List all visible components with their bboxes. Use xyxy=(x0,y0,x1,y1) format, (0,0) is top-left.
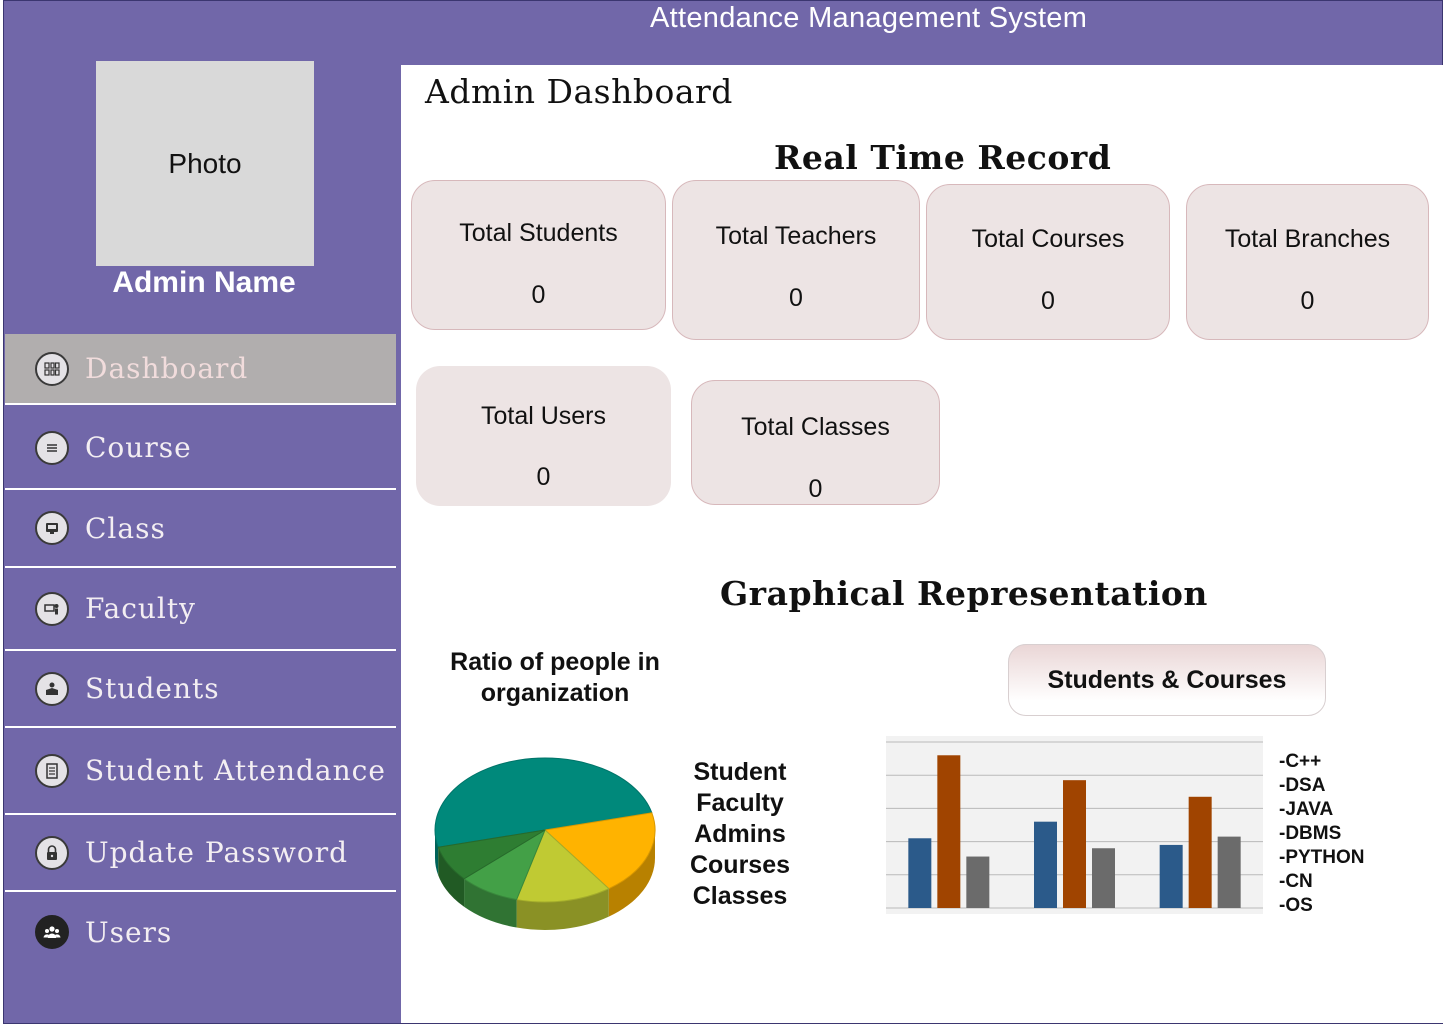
bar xyxy=(1217,836,1241,908)
sidebar-item-label: Faculty xyxy=(85,592,196,625)
stat-label: Total Branches xyxy=(1224,225,1391,253)
users-icon xyxy=(35,915,69,949)
students-courses-button[interactable]: Students & Courses xyxy=(1008,644,1326,716)
bar-legend-item: -DSA xyxy=(1279,775,1326,796)
teacher-icon xyxy=(35,591,69,626)
attendance-sheet-icon xyxy=(35,753,69,788)
bar-chart-legend: -C++ -DSA -JAVA -DBMS -PYTHON -CN -OS xyxy=(1279,750,1365,918)
stat-card-total-students: Total Students 0 xyxy=(411,180,666,330)
sidebar-item-label: Class xyxy=(85,511,166,545)
admin-name: Admin Name xyxy=(112,266,296,299)
sidebar-item-student-attendance[interactable]: Student Attendance xyxy=(5,728,396,815)
stat-label: Total Students xyxy=(459,219,618,247)
sidebar-item-class[interactable]: Class xyxy=(5,490,396,568)
stat-label: Total Courses xyxy=(971,225,1125,253)
stat-value: 0 xyxy=(1041,287,1055,315)
stat-value: 0 xyxy=(789,284,803,312)
stat-card-total-classes: Total Classes 0 xyxy=(691,380,940,505)
bar-legend-item: -PYTHON xyxy=(1279,847,1365,868)
bar-legend-item: -C++ xyxy=(1279,751,1322,772)
bar-chart xyxy=(886,736,1263,914)
bar xyxy=(1092,848,1115,908)
bar-legend-item: -OS xyxy=(1279,895,1313,916)
sidebar-item-label: Student Attendance xyxy=(85,754,386,787)
stat-value: 0 xyxy=(808,475,823,503)
photo-label: Photo xyxy=(168,147,242,179)
page-title: Admin Dashboard xyxy=(425,72,733,111)
realtime-title: Real Time Record xyxy=(774,138,1112,177)
bar-legend-item: -DBMS xyxy=(1279,823,1342,844)
pie-chart xyxy=(434,757,656,930)
bar-legend-item: -JAVA xyxy=(1279,799,1334,820)
pie-legend-item: Faculty xyxy=(696,789,784,817)
sidebar-item-course[interactable]: Course xyxy=(5,407,396,490)
sidebar-item-faculty[interactable]: Faculty xyxy=(5,568,396,651)
stat-value: 0 xyxy=(531,281,546,309)
sidebar-item-dashboard[interactable]: Dashboard xyxy=(5,334,396,405)
app-title: Attendance Management System xyxy=(650,2,1088,34)
sidebar-item-label: Dashboard xyxy=(85,352,249,385)
bar xyxy=(908,838,932,908)
list-icon xyxy=(35,430,69,465)
sidebar-item-label: Course xyxy=(85,431,192,464)
stat-value: 0 xyxy=(536,463,551,491)
bar xyxy=(1034,821,1057,908)
sidebar-item-users[interactable]: Users xyxy=(5,892,396,972)
bar xyxy=(1063,780,1086,908)
stat-label: Total Classes xyxy=(741,413,890,441)
sidebar-item-label: Users xyxy=(85,915,173,949)
lock-icon xyxy=(35,835,69,870)
pie-chart-title: Ratio of people in organization xyxy=(450,648,660,707)
stat-card-total-courses: Total Courses 0 xyxy=(926,184,1170,340)
bar xyxy=(1188,796,1212,908)
sidebar-item-students[interactable]: Students xyxy=(5,651,396,728)
classroom-icon xyxy=(35,511,69,545)
pie-legend-item: Classes xyxy=(692,882,788,910)
student-icon xyxy=(35,671,69,706)
sidebar-item-label: Students xyxy=(85,672,220,705)
stat-value: 0 xyxy=(1300,287,1315,315)
bar xyxy=(966,856,990,908)
pie-chart-legend: Student Faculty Admins Courses Classes xyxy=(670,757,810,912)
bar xyxy=(1159,844,1183,908)
bar-legend-item: -CN xyxy=(1279,871,1313,892)
sidebar-item-label: Update Password xyxy=(85,836,349,869)
pie-legend-item: Student xyxy=(693,758,787,786)
pie-legend-item: Admins xyxy=(694,820,786,848)
dashboard-icon xyxy=(35,351,69,386)
pie-legend-item: Courses xyxy=(689,851,791,879)
stat-card-total-teachers: Total Teachers 0 xyxy=(672,180,920,340)
stat-label: Total Users xyxy=(480,402,607,430)
stat-label: Total Teachers xyxy=(715,222,877,250)
profile-photo: Photo xyxy=(96,61,314,266)
graph-title: Graphical Representation xyxy=(720,574,1208,613)
stat-card-total-users: Total Users 0 xyxy=(416,366,671,506)
stat-card-total-branches: Total Branches 0 xyxy=(1186,184,1429,340)
sidebar-item-update-password[interactable]: Update Password xyxy=(5,815,396,892)
bar xyxy=(937,755,961,908)
